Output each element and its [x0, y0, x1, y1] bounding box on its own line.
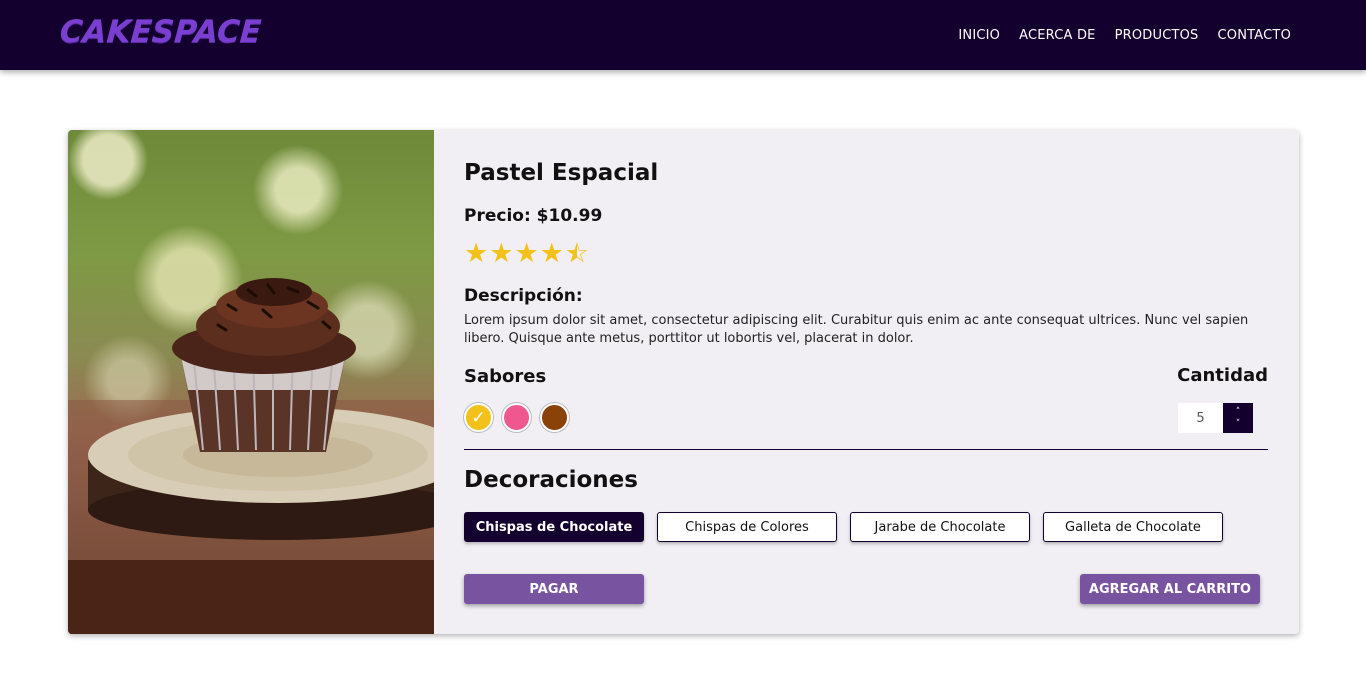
quantity-label: Cantidad [1177, 365, 1268, 386]
decoration-chispas-colores[interactable]: Chispas de Colores [657, 512, 837, 542]
section-divider [464, 449, 1268, 450]
navbar: CAKESPACE INICIO ACERCA DE PRODUCTOS CON… [0, 0, 1366, 70]
description-label: Descripción: [464, 286, 583, 306]
cupcake-photo [68, 130, 434, 634]
pay-button[interactable]: PAGAR [464, 574, 644, 604]
quantity-stepper: ˄ ˅ [1178, 403, 1253, 433]
star-icon: ★ [539, 238, 564, 269]
check-icon: ✓ [471, 407, 486, 428]
star-icon: ★ [514, 238, 539, 269]
rating-stars: ★ ★ ★ ★ ☆ ★ [464, 240, 589, 268]
decoration-options: Chispas de Chocolate Chispas de Colores … [464, 512, 1223, 542]
quantity-input[interactable] [1178, 403, 1223, 433]
description-text: Lorem ipsum dolor sit amet, consectetur … [464, 313, 1249, 346]
decoration-jarabe-chocolate[interactable]: Jarabe de Chocolate [850, 512, 1030, 542]
product-price: Precio: $10.99 [464, 206, 603, 226]
half-star-icon: ☆ ★ [564, 238, 590, 269]
brand-logo[interactable]: CAKESPACE [59, 14, 263, 50]
flavors-label: Sabores [464, 366, 547, 387]
chevron-up-icon[interactable]: ˄ [1236, 406, 1241, 418]
main-nav: INICIO ACERCA DE PRODUCTOS CONTACTO [958, 28, 1291, 43]
chevron-down-icon[interactable]: ˅ [1236, 418, 1241, 430]
star-icon: ★ [489, 238, 514, 269]
nav-acerca-de[interactable]: ACERCA DE [1019, 28, 1095, 43]
nav-contacto[interactable]: CONTACTO [1218, 28, 1291, 43]
decorations-label: Decoraciones [464, 467, 638, 493]
nav-inicio[interactable]: INICIO [958, 28, 1000, 43]
flavor-swatch-pink[interactable] [502, 403, 531, 432]
cupcake-illustration [68, 278, 434, 634]
star-icon: ★ [464, 238, 489, 269]
decoration-chispas-chocolate[interactable]: Chispas de Chocolate [464, 512, 644, 542]
quantity-stepper-buttons: ˄ ˅ [1223, 403, 1253, 433]
flavor-swatch-yellow[interactable]: ✓ [464, 403, 493, 432]
decoration-galleta-chocolate[interactable]: Galleta de Chocolate [1043, 512, 1223, 542]
nav-productos[interactable]: PRODUCTOS [1115, 28, 1199, 43]
product-title: Pastel Espacial [464, 160, 659, 186]
add-to-cart-button[interactable]: AGREGAR AL CARRITO [1080, 574, 1260, 604]
flavor-options: ✓ [464, 403, 569, 432]
product-card: Pastel Espacial Precio: $10.99 ★ ★ ★ ★ ☆… [68, 130, 1299, 634]
flavor-swatch-brown[interactable] [540, 403, 569, 432]
